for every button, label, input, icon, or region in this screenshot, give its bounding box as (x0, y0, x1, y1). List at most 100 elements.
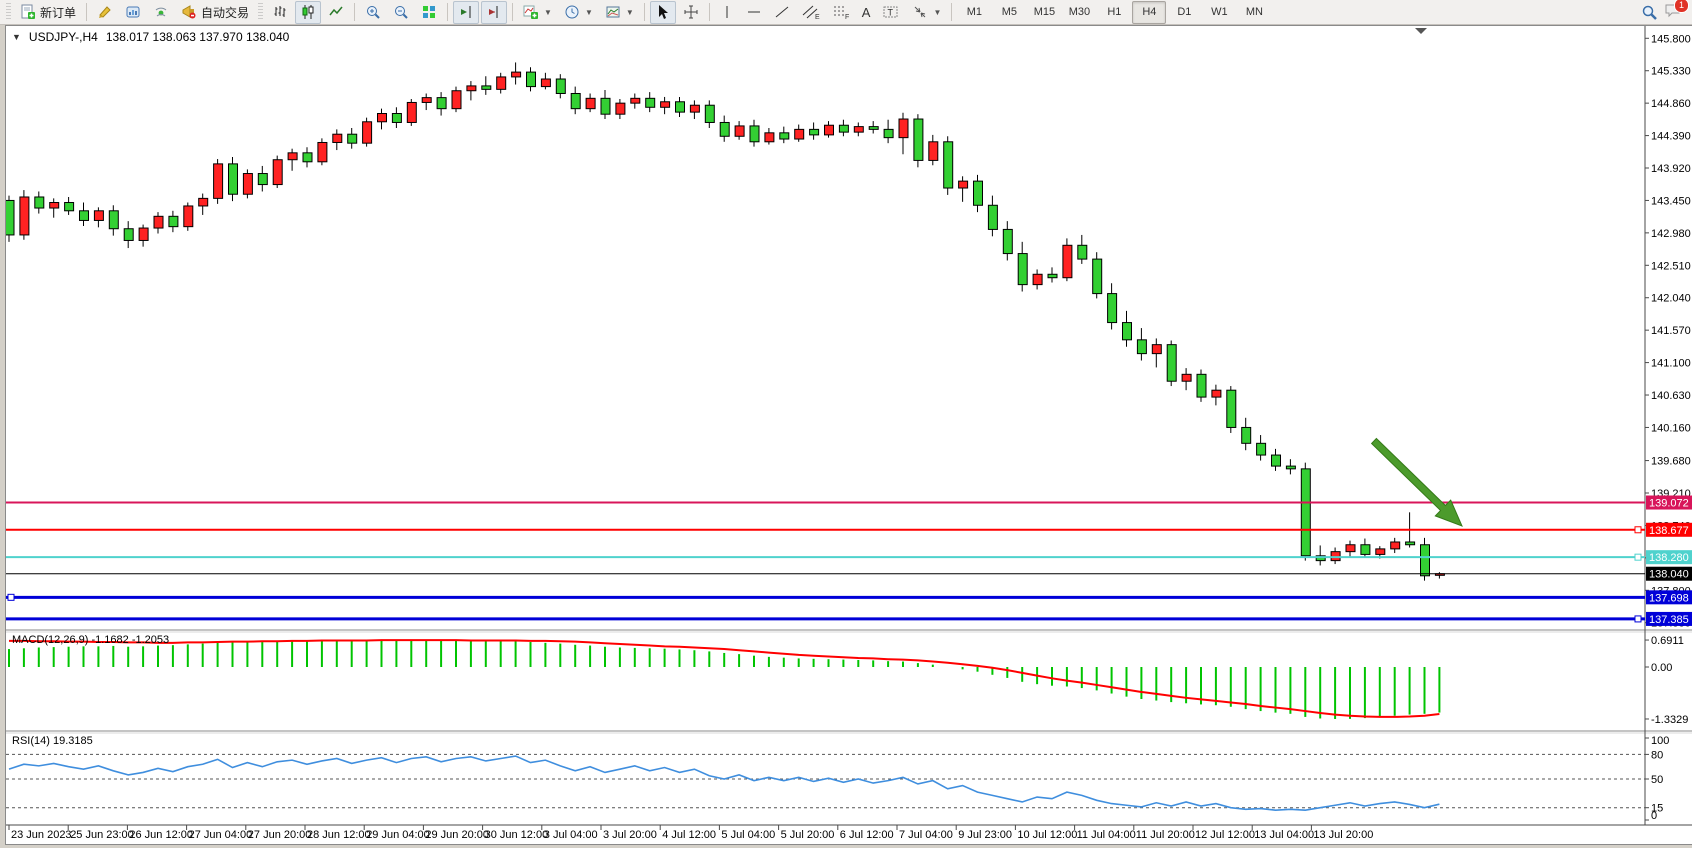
svg-text:140.160: 140.160 (1651, 422, 1691, 434)
indicators-icon (523, 4, 539, 20)
notification-badge: 1 (1674, 0, 1689, 13)
trendline-icon (774, 4, 790, 20)
new-order-button[interactable]: 新订单 (15, 1, 81, 24)
text-tool-icon: A (862, 5, 871, 20)
chart-shift-marker[interactable] (1415, 28, 1427, 34)
timeframe-d1[interactable]: D1 (1167, 1, 1201, 24)
timeframe-mn[interactable]: MN (1237, 1, 1271, 24)
cursor-button[interactable] (650, 1, 676, 24)
new-order-icon (20, 4, 36, 20)
new-order-label: 新订单 (40, 4, 76, 21)
svg-text:28 Jun 12:00: 28 Jun 12:00 (307, 829, 371, 841)
svg-text:5 Jul 20:00: 5 Jul 20:00 (781, 829, 835, 841)
svg-text:100: 100 (1651, 735, 1669, 747)
horizontal-line-137.698[interactable]: 137.698 (6, 590, 1692, 604)
svg-text:139.072: 139.072 (1649, 498, 1689, 510)
timeframe-m30[interactable]: M30 (1062, 1, 1096, 24)
timeframe-w1[interactable]: W1 (1202, 1, 1236, 24)
trendline-tool[interactable] (769, 1, 795, 24)
text-tool[interactable]: A (857, 1, 876, 24)
svg-text:E: E (815, 14, 820, 20)
notifications-button[interactable]: 1 (1664, 2, 1682, 23)
dropdown-caret: ▼ (933, 8, 941, 17)
chart-shift-button[interactable] (481, 1, 507, 24)
zoom-in-button[interactable] (360, 1, 386, 24)
candlestick-chart-button[interactable] (295, 1, 321, 24)
horizontal-line-138.280[interactable]: 138.280 (6, 550, 1692, 564)
svg-text:142.040: 142.040 (1651, 293, 1691, 305)
vertical-line-icon (720, 4, 734, 20)
fibonacci-icon: F (832, 4, 850, 20)
crosshair-button[interactable] (678, 1, 704, 24)
toolbar-separator (86, 3, 87, 21)
chart-profile-button[interactable] (120, 1, 146, 24)
styler-button[interactable] (92, 1, 118, 24)
svg-text:9 Jul 23:00: 9 Jul 23:00 (958, 829, 1012, 841)
svg-text:29 Jun 20:00: 29 Jun 20:00 (425, 829, 489, 841)
rsi-pane: 1008050150 (6, 735, 1669, 822)
svg-text:141.570: 141.570 (1651, 325, 1691, 337)
svg-text:29 Jun 04:00: 29 Jun 04:00 (366, 829, 430, 841)
chart-title-expander-icon[interactable]: ▼ (12, 32, 21, 42)
toolbar-grip (258, 3, 263, 21)
timeframe-toolbar: M1M5M15M30H1H4D1W1MN (957, 1, 1271, 24)
mt4-terminal: 新订单 自动交易 (0, 0, 1692, 848)
svg-text:143.450: 143.450 (1651, 195, 1691, 207)
auto-trading-button[interactable]: 自动交易 (176, 1, 254, 24)
indicators-button[interactable]: ▼ (518, 1, 557, 24)
arrows-tool[interactable]: ▼ (907, 1, 946, 24)
zoom-out-button[interactable] (388, 1, 414, 24)
periods-button[interactable]: ▼ (559, 1, 598, 24)
svg-text:23 Jun 2023: 23 Jun 2023 (11, 829, 72, 841)
toolbar-separator (644, 3, 645, 21)
horizontal-line-138.040[interactable]: 138.040 (6, 567, 1692, 581)
svg-text:12 Jul 12:00: 12 Jul 12:00 (1195, 829, 1255, 841)
horizontal-line-tool[interactable] (741, 1, 767, 24)
svg-text:141.100: 141.100 (1651, 358, 1691, 370)
equidistant-channel-tool[interactable]: E (797, 1, 825, 24)
timeframe-h4[interactable]: H4 (1132, 1, 1166, 24)
templates-button[interactable]: ▼ (600, 1, 639, 24)
vertical-line-tool[interactable] (715, 1, 739, 24)
annotation-arrow[interactable] (1372, 439, 1462, 527)
horizontal-line-138.677[interactable]: 138.677 (6, 523, 1692, 537)
svg-text:137.698: 137.698 (1649, 592, 1689, 604)
bar-chart-button[interactable] (267, 1, 293, 24)
svg-text:0: 0 (1651, 810, 1657, 822)
svg-text:145.330: 145.330 (1651, 66, 1691, 78)
crosshair-icon (683, 4, 699, 20)
svg-text:138.040: 138.040 (1649, 569, 1689, 581)
toolbar-separator (709, 3, 710, 21)
svg-text:3 Jul 20:00: 3 Jul 20:00 (603, 829, 657, 841)
rsi-line (9, 756, 1439, 810)
fibonacci-tool[interactable]: F (827, 1, 855, 24)
svg-text:27 Jun 04:00: 27 Jun 04:00 (189, 829, 253, 841)
svg-text:4 Jul 12:00: 4 Jul 12:00 (662, 829, 716, 841)
search-icon[interactable] (1641, 4, 1658, 21)
svg-text:25 Jun 23:00: 25 Jun 23:00 (70, 829, 134, 841)
timeframe-m5[interactable]: M5 (992, 1, 1026, 24)
text-label-tool[interactable]: T (877, 1, 905, 24)
timeframe-m1[interactable]: M1 (957, 1, 991, 24)
tile-windows-button[interactable] (416, 1, 442, 24)
svg-text:138.677: 138.677 (1649, 525, 1689, 537)
svg-text:10 Jul 12:00: 10 Jul 12:00 (1017, 829, 1077, 841)
channel-icon: E (802, 4, 820, 20)
pane-separator[interactable] (6, 630, 1692, 825)
svg-text:13 Jul 20:00: 13 Jul 20:00 (1313, 829, 1373, 841)
price-chart-canvas[interactable]: 145.800145.330144.860144.390143.920143.4… (6, 26, 1692, 844)
rsi-indicator-label: RSI(14) 19.3185 (12, 735, 93, 747)
candlestick-chart-icon (300, 4, 316, 20)
timeframe-m15[interactable]: M15 (1027, 1, 1061, 24)
toolbar-grip (6, 3, 11, 21)
dropdown-caret: ▼ (585, 8, 593, 17)
signals-button[interactable] (148, 1, 174, 24)
line-chart-button[interactable] (323, 1, 349, 24)
horizontal-line-137.385[interactable]: 137.385 (6, 612, 1692, 626)
chart-window[interactable]: 145.800145.330144.860144.390143.920143.4… (5, 25, 1692, 845)
auto-scroll-button[interactable] (453, 1, 479, 24)
svg-text:5 Jul 04:00: 5 Jul 04:00 (721, 829, 775, 841)
svg-text:27 Jun 20:00: 27 Jun 20:00 (248, 829, 312, 841)
timeframe-h1[interactable]: H1 (1097, 1, 1131, 24)
template-icon (605, 4, 621, 20)
